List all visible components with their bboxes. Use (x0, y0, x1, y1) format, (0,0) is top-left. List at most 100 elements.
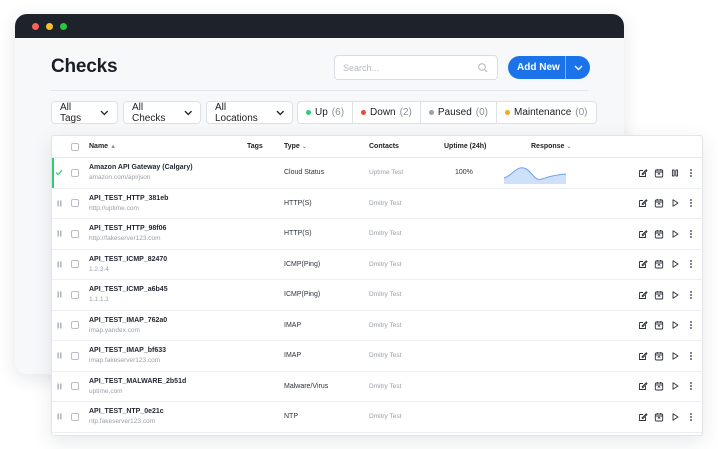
drag-handle-icon[interactable] (52, 219, 66, 249)
resume-button[interactable] (670, 412, 680, 422)
check-name[interactable]: API_TEST_MALWARE_2b51d (89, 378, 186, 385)
column-header-type[interactable]: Type ⌄ (284, 143, 307, 150)
check-name-cell[interactable]: API_TEST_NTP_0e21c ntp.fakeserver123.com (89, 408, 164, 425)
check-name[interactable]: Amazon API Gateway (Calgary) (89, 164, 193, 171)
schedule-button[interactable] (654, 320, 664, 330)
check-name-cell[interactable]: API_TEST_MALWARE_2b51d uptime.com (89, 378, 186, 395)
drag-handle-icon[interactable] (52, 250, 66, 280)
row-checkbox[interactable] (71, 290, 79, 299)
check-name-cell[interactable]: API_TEST_ICMP_82470 1.2.3.4 (89, 256, 167, 273)
table-row[interactable]: API_TEST_NTP_0e21c ntp.fakeserver123.com N… (52, 402, 702, 433)
row-checkbox[interactable] (71, 412, 79, 421)
schedule-button[interactable] (654, 168, 664, 178)
schedule-button[interactable] (654, 351, 664, 361)
column-header-uptime[interactable]: Uptime (24h) (444, 143, 486, 150)
check-name[interactable]: API_TEST_HTTP_381eb (89, 195, 168, 202)
check-name-cell[interactable]: Amazon API Gateway (Calgary) amazon.com/a… (89, 164, 193, 181)
drag-handle-icon[interactable] (52, 189, 66, 219)
edit-button[interactable] (638, 198, 648, 208)
schedule-button[interactable] (654, 198, 664, 208)
more-options-button[interactable] (686, 198, 696, 208)
table-row[interactable]: API_TEST_HTTP_381eb http://uptime.com HTTP… (52, 189, 702, 219)
schedule-button[interactable] (654, 381, 664, 391)
row-checkbox[interactable] (71, 199, 79, 208)
row-checkbox[interactable] (71, 321, 79, 330)
search-box[interactable] (334, 55, 498, 80)
status-filter-up[interactable]: Up (6) (298, 102, 354, 123)
tags-filter-dropdown[interactable]: All Tags (51, 101, 118, 124)
more-options-button[interactable] (686, 351, 696, 361)
status-filter-down[interactable]: Down (2) (353, 102, 421, 123)
schedule-button[interactable] (654, 229, 664, 239)
drag-handle-icon[interactable] (52, 341, 66, 371)
check-name[interactable]: API_TEST_NTP_0e21c (89, 408, 164, 415)
more-options-button[interactable] (686, 168, 696, 178)
checks-filter-dropdown[interactable]: All Checks (123, 101, 201, 124)
edit-button[interactable] (638, 320, 648, 330)
row-checkbox[interactable] (71, 229, 79, 238)
drag-handle-icon[interactable] (52, 402, 66, 432)
table-row[interactable]: Amazon API Gateway (Calgary) amazon.com/a… (52, 158, 702, 189)
table-row[interactable]: API_TEST_IMAP_762a0 imap.yandex.com IMAP Dm… (52, 311, 702, 341)
status-filter-paused[interactable]: Paused (0) (421, 102, 497, 123)
edit-button[interactable] (638, 412, 648, 422)
search-input[interactable] (343, 62, 477, 73)
more-options-button[interactable] (686, 229, 696, 239)
edit-button[interactable] (638, 229, 648, 239)
table-row[interactable]: API_TEST_HTTP_98f06 http://fakeserver123.… (52, 219, 702, 250)
edit-button[interactable] (638, 259, 648, 269)
edit-button[interactable] (638, 351, 648, 361)
drag-handle-icon[interactable] (52, 372, 66, 402)
column-header-name[interactable]: Name ▲ (89, 143, 116, 150)
select-all-checkbox[interactable] (71, 142, 79, 151)
resume-button[interactable] (670, 290, 680, 300)
maximize-window-button[interactable] (60, 22, 67, 30)
edit-button[interactable] (638, 290, 648, 300)
more-options-button[interactable] (686, 290, 696, 300)
table-row[interactable]: API_TEST_ICMP_a6b45 1.1.1.1 ICMP(Ping) Dmit… (52, 280, 702, 311)
more-options-button[interactable] (686, 412, 696, 422)
schedule-button[interactable] (654, 412, 664, 422)
resume-button[interactable] (670, 259, 680, 269)
schedule-button[interactable] (654, 259, 664, 269)
more-options-button[interactable] (686, 259, 696, 269)
check-name-cell[interactable]: API_TEST_IMAP_762a0 imap.yandex.com (89, 317, 167, 334)
drag-handle-icon[interactable] (52, 280, 66, 310)
edit-button[interactable] (638, 168, 648, 178)
resume-button[interactable] (670, 229, 680, 239)
drag-handle-icon[interactable] (52, 311, 66, 341)
status-filter-maintenance[interactable]: Maintenance (0) (497, 102, 596, 123)
row-checkbox[interactable] (71, 351, 79, 360)
edit-icon (639, 199, 648, 208)
add-new-dropdown-button[interactable] (566, 65, 590, 71)
edit-button[interactable] (638, 381, 648, 391)
more-options-button[interactable] (686, 381, 696, 391)
row-checkbox[interactable] (71, 260, 79, 269)
check-name[interactable]: API_TEST_IMAP_762a0 (89, 317, 167, 324)
check-name-cell[interactable]: API_TEST_IMAP_bf633 imap.fakeserver123.co… (89, 347, 166, 364)
column-header-response[interactable]: Response ⌄ (531, 143, 572, 150)
table-row[interactable]: API_TEST_IMAP_bf633 imap.fakeserver123.co… (52, 341, 702, 372)
locations-filter-dropdown[interactable]: All Locations (206, 101, 293, 124)
resume-button[interactable] (670, 381, 680, 391)
close-window-button[interactable] (32, 22, 39, 30)
row-checkbox[interactable] (71, 382, 79, 391)
check-name-cell[interactable]: API_TEST_HTTP_98f06 http://fakeserver123.… (89, 225, 166, 242)
check-name-cell[interactable]: API_TEST_ICMP_a6b45 1.1.1.1 (89, 286, 168, 303)
table-row[interactable]: API_TEST_ICMP_82470 1.2.3.4 ICMP(Ping) Dmit… (52, 250, 702, 280)
table-row[interactable]: API_TEST_MALWARE_2b51d uptime.com Malware/… (52, 372, 702, 402)
check-name[interactable]: API_TEST_IMAP_bf633 (89, 347, 166, 354)
schedule-button[interactable] (654, 290, 664, 300)
check-name[interactable]: API_TEST_ICMP_a6b45 (89, 286, 168, 293)
check-name[interactable]: API_TEST_ICMP_82470 (89, 256, 167, 263)
check-name[interactable]: API_TEST_HTTP_98f06 (89, 225, 166, 232)
row-checkbox[interactable] (71, 168, 79, 177)
add-new-button[interactable]: Add New (508, 56, 590, 79)
more-options-button[interactable] (686, 320, 696, 330)
pause-button[interactable] (670, 168, 680, 178)
minimize-window-button[interactable] (46, 22, 53, 30)
resume-button[interactable] (670, 198, 680, 208)
resume-button[interactable] (670, 351, 680, 361)
resume-button[interactable] (670, 320, 680, 330)
check-name-cell[interactable]: API_TEST_HTTP_381eb http://uptime.com (89, 195, 168, 212)
